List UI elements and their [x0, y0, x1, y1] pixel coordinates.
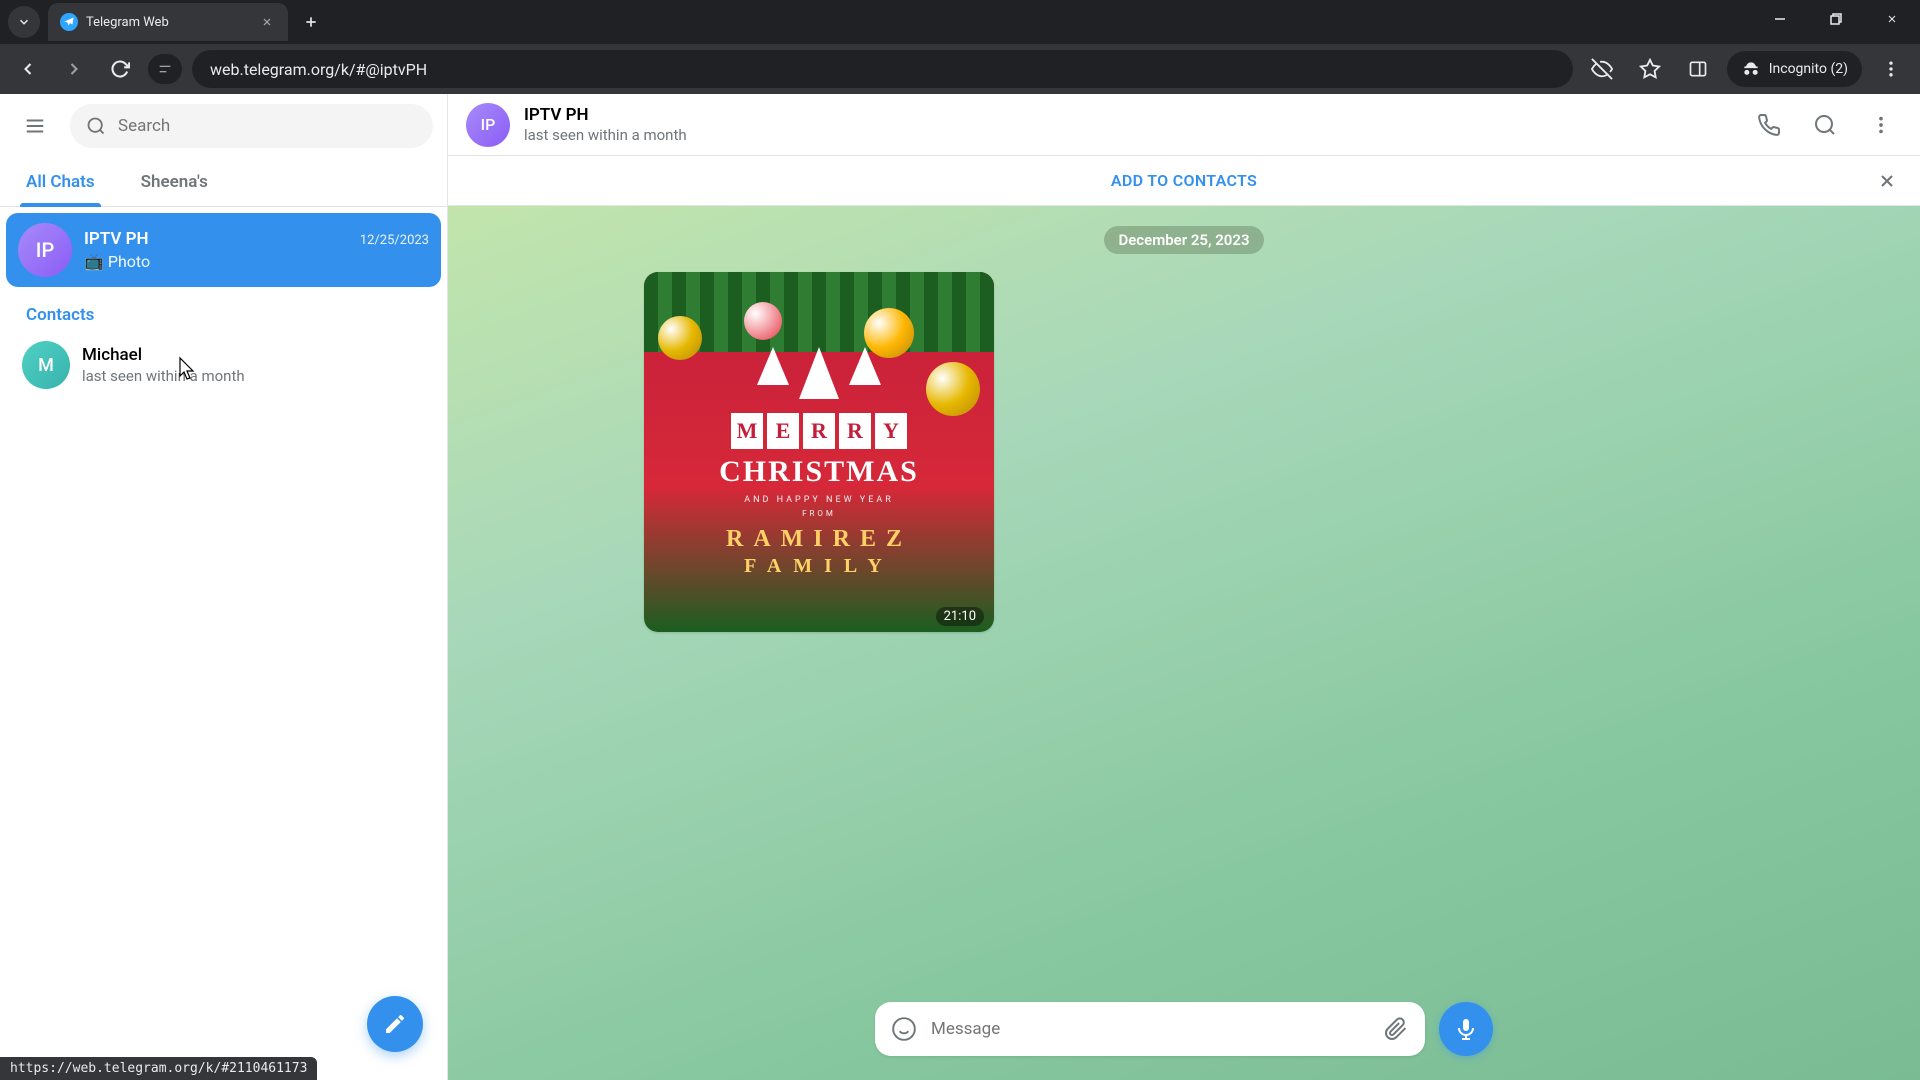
incognito-badge[interactable]: Incognito (2) — [1727, 51, 1862, 87]
menu-button[interactable] — [14, 105, 56, 147]
attach-button[interactable] — [1381, 1014, 1411, 1044]
call-button[interactable] — [1748, 104, 1790, 146]
bookmark-star-icon[interactable] — [1631, 50, 1669, 88]
maximize-window-button[interactable] — [1808, 0, 1864, 38]
telegram-app: All Chats Sheena's IP IPTV PH 12/25/2023… — [0, 94, 1920, 1080]
chat-name: IPTV PH — [84, 229, 149, 249]
avatar: IP — [18, 223, 72, 277]
sidebar: All Chats Sheena's IP IPTV PH 12/25/2023… — [0, 94, 448, 1080]
search-input[interactable] — [118, 116, 417, 136]
address-bar[interactable]: web.telegram.org/k/#@iptvPH — [192, 50, 1573, 88]
christmas-card-image: M E R R Y CHRISTMAS AND HAPPY NEW YEAR F… — [644, 272, 994, 632]
chat-main: IP IPTV PH last seen within a month ADD … — [448, 94, 1920, 1080]
incognito-label: Incognito (2) — [1769, 61, 1848, 77]
browser-toolbar: web.telegram.org/k/#@iptvPH Incognito (2… — [0, 44, 1920, 94]
tab-search-dropdown[interactable] — [8, 6, 40, 38]
new-tab-button[interactable] — [296, 7, 326, 37]
incognito-icon — [1741, 59, 1761, 79]
url-text: web.telegram.org/k/#@iptvPH — [210, 60, 427, 79]
photo-message[interactable]: M E R R Y CHRISTMAS AND HAPPY NEW YEAR F… — [644, 272, 994, 632]
compose-button[interactable] — [367, 996, 423, 1052]
chat-menu-button[interactable] — [1860, 104, 1902, 146]
chat-item-iptv-ph[interactable]: IP IPTV PH 12/25/2023 📺 Photo — [6, 213, 441, 287]
search-in-chat-button[interactable] — [1804, 104, 1846, 146]
chat-header-name: IPTV PH — [524, 105, 1734, 125]
folder-tabs: All Chats Sheena's — [0, 158, 447, 207]
back-button[interactable] — [10, 51, 46, 87]
chat-header-status: last seen within a month — [524, 126, 1734, 144]
message-composer[interactable] — [875, 1002, 1425, 1056]
tab-sheenas[interactable]: Sheena's — [135, 158, 214, 206]
tab-all-chats[interactable]: All Chats — [20, 158, 101, 206]
christmas-text: CHRISTMAS — [719, 455, 919, 489]
browser-tab[interactable]: Telegram Web — [48, 3, 288, 41]
browser-menu-icon[interactable] — [1872, 50, 1910, 88]
chat-header[interactable]: IP IPTV PH last seen within a month — [448, 94, 1920, 156]
chat-preview: Photo — [108, 252, 150, 271]
emoji-button[interactable] — [889, 1014, 919, 1044]
side-panel-icon[interactable] — [1679, 50, 1717, 88]
search-field[interactable] — [70, 104, 433, 148]
minimize-window-button[interactable] — [1752, 0, 1808, 38]
search-icon — [86, 116, 106, 136]
tab-title: Telegram Web — [86, 15, 169, 30]
browser-tab-strip: Telegram Web — [0, 0, 1920, 44]
voice-message-button[interactable] — [1439, 1002, 1493, 1056]
close-tab-icon[interactable] — [258, 13, 276, 31]
dismiss-add-contacts-button[interactable] — [1868, 162, 1906, 200]
chat-list: IP IPTV PH 12/25/2023 📺 Photo Contacts M — [0, 207, 447, 1080]
add-to-contacts-bar: ADD TO CONTACTS — [448, 156, 1920, 206]
avatar: IP — [466, 103, 510, 147]
message-input[interactable] — [931, 1019, 1369, 1039]
contact-name: Michael — [82, 345, 245, 365]
contact-item-michael[interactable]: M Michael last seen within a month — [6, 333, 441, 397]
pencil-icon — [383, 1012, 407, 1036]
chat-date: 12/25/2023 — [360, 233, 429, 248]
contact-status: last seen within a month — [82, 367, 245, 385]
add-to-contacts-button[interactable]: ADD TO CONTACTS — [1111, 171, 1257, 190]
reload-button[interactable] — [102, 51, 138, 87]
forward-button[interactable] — [56, 51, 92, 87]
messages-area[interactable]: December 25, 2023 M E R R Y CHRISTMAS AN… — [448, 206, 1920, 992]
status-bar-link: https://web.telegram.org/k/#2110461173 — [0, 1057, 317, 1080]
date-separator: December 25, 2023 — [1104, 226, 1263, 254]
merry-text: M E R R Y — [731, 413, 907, 449]
tracking-off-icon[interactable] — [1583, 50, 1621, 88]
site-info-icon[interactable] — [148, 54, 182, 84]
composer-area — [448, 992, 1920, 1080]
message-time: 21:10 — [936, 607, 984, 626]
close-window-button[interactable] — [1864, 0, 1920, 38]
contacts-section-label: Contacts — [6, 287, 441, 333]
preview-emoji-icon: 📺 — [84, 252, 104, 271]
avatar: M — [22, 341, 70, 389]
telegram-favicon — [60, 13, 78, 31]
